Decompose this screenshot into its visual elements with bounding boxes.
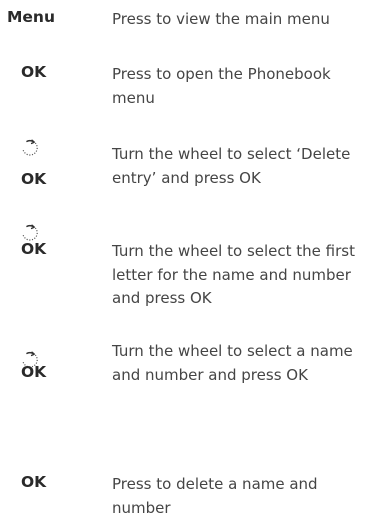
ok-key-label: OK [21,363,47,381]
step-description: Turn the wheel to select ‘Delete entry’ … [112,145,351,187]
wheel-turn-icon [20,138,40,158]
instruction-list: Menu Press to view the main menu OK Pres… [0,0,367,523]
step-description: Turn the wheel to select the first lette… [112,242,355,307]
ok-key-label: OK [21,473,47,491]
ok-key-label: OK [21,63,47,81]
step-description: Press to delete a name and number [112,475,318,517]
step-description: Press to view the main menu [112,10,330,28]
menu-key-label: Menu [7,8,56,26]
step-description: Press to open the Phonebook menu [112,65,331,107]
ok-key-label: OK [21,170,47,188]
ok-key-label: OK [21,240,47,258]
step-description: Turn the wheel to select a name and numb… [112,342,353,384]
